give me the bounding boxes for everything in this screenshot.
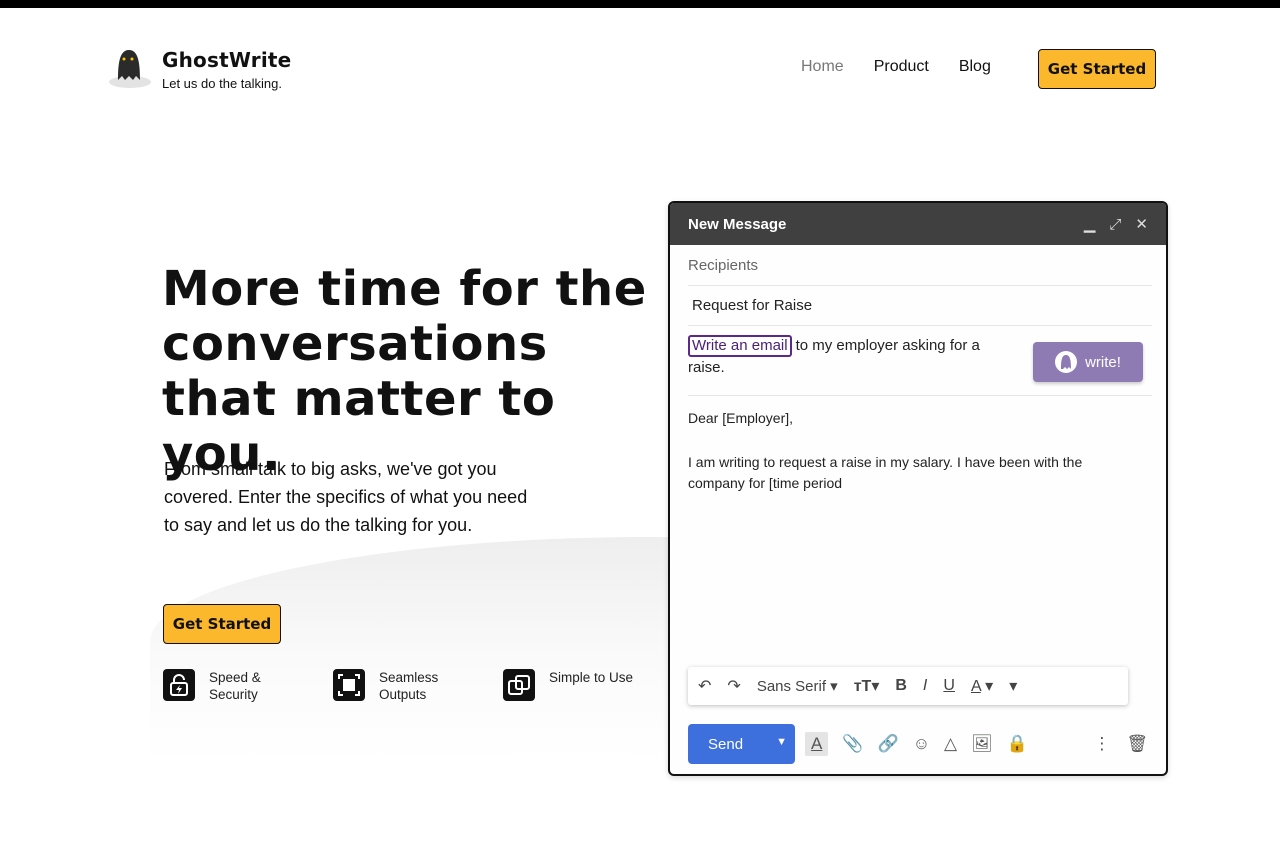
square-frame-icon bbox=[333, 669, 365, 701]
font-select[interactable]: Sans Serif ▾ bbox=[757, 677, 838, 695]
divider bbox=[688, 395, 1152, 396]
nav-home[interactable]: Home bbox=[801, 58, 844, 76]
send-button[interactable]: Send ▼ bbox=[688, 724, 795, 764]
link-icon[interactable]: 🔗 bbox=[878, 734, 899, 754]
brand-tagline: Let us do the talking. bbox=[162, 76, 282, 91]
text-size-icon[interactable]: тT▾ bbox=[854, 676, 880, 696]
feature-label: Speed & Security bbox=[209, 670, 261, 702]
brand[interactable]: GhostWrite Let us do the talking. bbox=[108, 46, 291, 91]
text-color-icon[interactable]: A ▾ bbox=[971, 676, 993, 696]
feature-item: Simple to Use bbox=[503, 669, 673, 703]
drive-icon[interactable]: △ bbox=[944, 734, 957, 754]
write-button[interactable]: write! bbox=[1033, 342, 1143, 382]
compose-header: New Message ▁ ⤢ ✕ bbox=[670, 203, 1166, 245]
brand-name: GhostWrite bbox=[162, 48, 292, 72]
image-icon[interactable]: 🖼 bbox=[971, 734, 993, 754]
emoji-icon[interactable]: ☺ bbox=[913, 734, 930, 754]
trash-icon[interactable]: 🗑 bbox=[1126, 734, 1148, 754]
compose-actions-bar: Send ▼ A 📎 🔗 ☺ △ 🖼 🔒 ⋮ 🗑 bbox=[688, 724, 1148, 764]
formatting-toolbar: ↶ ↷ Sans Serif ▾ тT▾ B I U A ▾ ▾ bbox=[688, 667, 1128, 705]
ghost-logo-icon bbox=[108, 46, 152, 90]
recipients-field[interactable]: Recipients bbox=[688, 257, 758, 274]
hero-subtitle: From small talk to big asks, we've got y… bbox=[164, 459, 528, 535]
close-icon[interactable]: ✕ bbox=[1135, 215, 1148, 233]
features-list: Speed & Security Seamless Outputs Simple… bbox=[163, 669, 673, 703]
expand-icon[interactable]: ⤢ bbox=[1109, 216, 1121, 233]
more-formatting-icon[interactable]: ▾ bbox=[1009, 676, 1017, 696]
divider bbox=[688, 325, 1152, 326]
attach-icon[interactable]: 📎 bbox=[842, 734, 863, 754]
body-paragraph: I am writing to request a raise in my sa… bbox=[688, 454, 1083, 491]
prompt-highlight: Write an email bbox=[688, 335, 792, 357]
hero-get-started-button[interactable]: Get Started bbox=[163, 604, 281, 644]
undo-icon[interactable]: ↶ bbox=[698, 676, 711, 696]
feature-item: Speed & Security bbox=[163, 669, 333, 703]
feature-label: Seamless Outputs bbox=[379, 670, 439, 702]
body-greeting: Dear [Employer], bbox=[688, 410, 794, 426]
feature-label: Simple to Use bbox=[549, 670, 634, 685]
compose-window: New Message ▁ ⤢ ✕ Recipients Request for… bbox=[668, 201, 1168, 776]
write-button-label: write! bbox=[1085, 353, 1121, 371]
divider bbox=[688, 285, 1152, 286]
minimize-icon[interactable]: ▁ bbox=[1084, 215, 1096, 233]
feature-item: Seamless Outputs bbox=[333, 669, 503, 703]
underline-icon[interactable]: U bbox=[943, 677, 955, 695]
redo-icon[interactable]: ↷ bbox=[727, 676, 740, 696]
email-body[interactable]: Dear [Employer], I am writing to request… bbox=[688, 408, 1128, 494]
send-label: Send bbox=[708, 735, 744, 753]
send-options-icon[interactable]: ▼ bbox=[776, 736, 787, 748]
prompt-text[interactable]: Write an email to my employer asking for … bbox=[688, 335, 1008, 379]
overlap-squares-icon bbox=[503, 669, 535, 701]
italic-icon[interactable]: I bbox=[923, 677, 927, 695]
nav-product[interactable]: Product bbox=[874, 58, 929, 76]
font-name: Sans Serif bbox=[756, 678, 827, 695]
top-bar bbox=[0, 0, 1280, 8]
confidential-icon[interactable]: 🔒 bbox=[1007, 734, 1028, 754]
more-options-icon[interactable]: ⋮ bbox=[1093, 734, 1110, 754]
main-nav: Home Product Blog bbox=[801, 58, 1021, 76]
formatting-toggle-icon[interactable]: A bbox=[805, 732, 829, 756]
header-get-started-button[interactable]: Get Started bbox=[1038, 49, 1156, 89]
lock-bolt-icon bbox=[163, 669, 195, 701]
hero-title: More time for the conversations that mat… bbox=[162, 261, 647, 482]
subject-field[interactable]: Request for Raise bbox=[692, 297, 812, 314]
ghost-icon bbox=[1055, 351, 1078, 373]
bold-icon[interactable]: B bbox=[895, 677, 907, 695]
nav-blog[interactable]: Blog bbox=[959, 58, 991, 76]
compose-title: New Message bbox=[688, 215, 787, 233]
